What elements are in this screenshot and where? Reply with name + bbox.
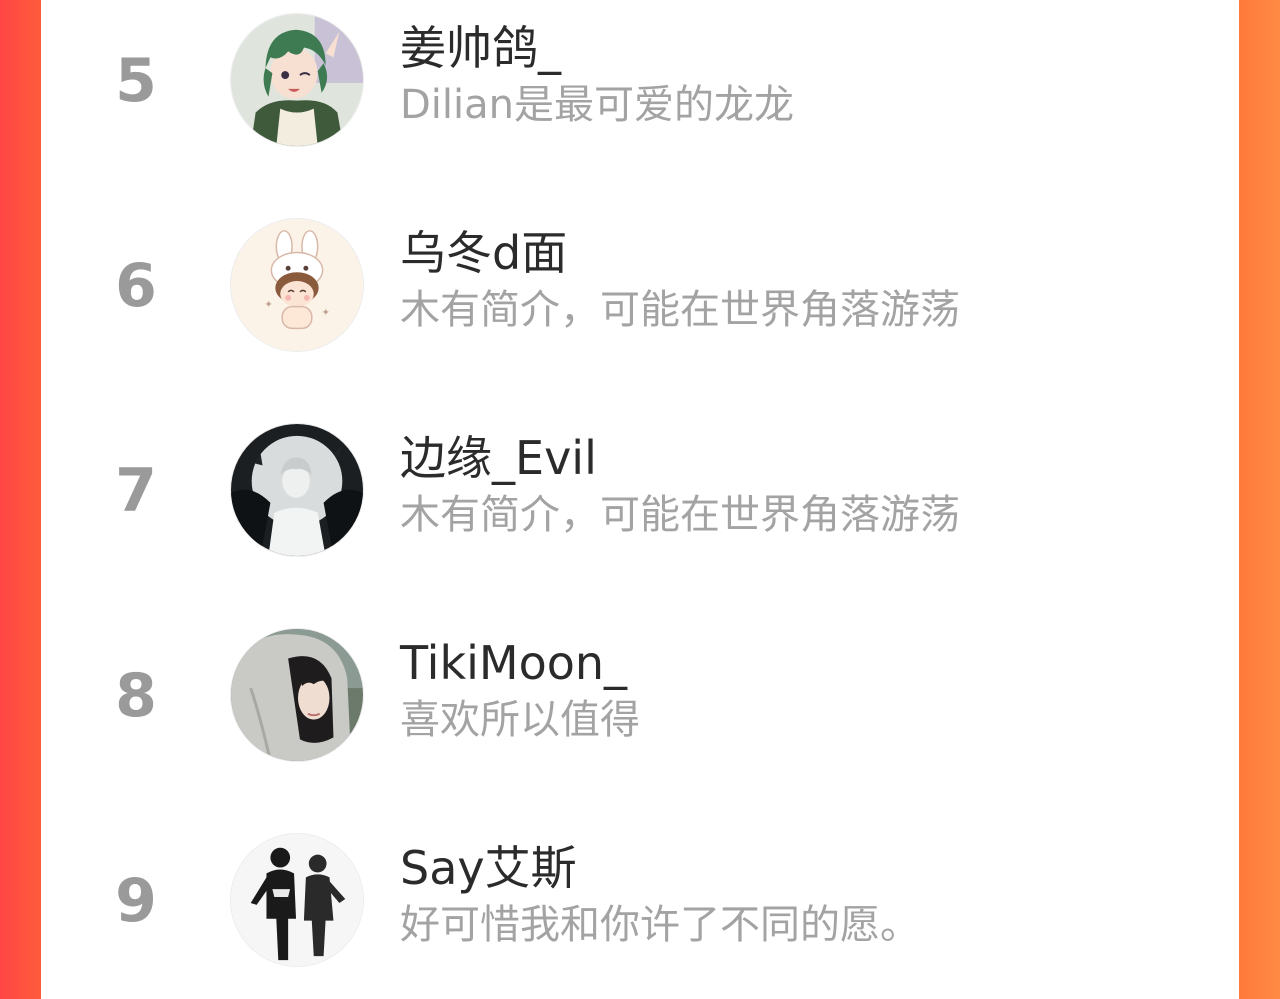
- avatar[interactable]: [230, 628, 364, 762]
- user-name[interactable]: 乌冬d面: [400, 225, 567, 281]
- rank-number: 6: [115, 251, 157, 321]
- user-name[interactable]: Say艾斯: [400, 840, 577, 896]
- user-name[interactable]: TikiMoon_: [400, 635, 627, 691]
- user-name[interactable]: 边缘_Evil: [400, 430, 597, 486]
- user-bio: 木有简介，可能在世界角落游荡: [400, 492, 960, 538]
- rank-number: 5: [115, 46, 157, 116]
- user-bio: Dilian是最可爱的龙龙: [400, 82, 795, 128]
- svg-text:✦: ✦: [322, 308, 330, 319]
- cartoon-bunny-hat-avatar-icon: ✦ ✦: [231, 219, 363, 351]
- rank-number: 7: [115, 456, 157, 526]
- ranking-row[interactable]: 5 姜帅鸽_ Dilian是最可爱的龙龙: [41, 10, 1239, 150]
- avatar[interactable]: [230, 423, 364, 557]
- avatar[interactable]: [230, 833, 364, 967]
- moon-winged-figure-avatar-icon: [231, 424, 363, 556]
- rank-number: 9: [115, 866, 157, 936]
- rank-number: 8: [115, 661, 157, 731]
- two-silhouettes-avatar-icon: [231, 834, 363, 966]
- user-name[interactable]: 姜帅鸽_: [400, 20, 561, 76]
- ranking-row[interactable]: 9 Say艾斯 好可惜我和你许了不同的愿。: [41, 830, 1239, 970]
- svg-text:✦: ✦: [264, 300, 272, 311]
- user-bio: 好可惜我和你许了不同的愿。: [400, 902, 920, 948]
- ranking-row[interactable]: 8 TikiMoon_ 喜欢所以值得: [41, 625, 1239, 765]
- user-bio: 木有简介，可能在世界角落游荡: [400, 287, 960, 333]
- avatar[interactable]: ✦ ✦: [230, 218, 364, 352]
- hooded-girl-avatar-icon: [231, 629, 363, 761]
- ranking-list-panel: 5 姜帅鸽_ Dilian是最可爱的龙龙 6 ✦ ✦ 乌冬d面 木有简介，可能在…: [41, 0, 1239, 999]
- user-bio: 喜欢所以值得: [400, 697, 640, 743]
- ranking-row[interactable]: 6 ✦ ✦ 乌冬d面 木有简介，可能在世界角落游荡: [41, 215, 1239, 355]
- avatar[interactable]: [230, 13, 364, 147]
- ranking-row[interactable]: 7 边缘_Evil 木有简介，可能在世界角落游荡: [41, 420, 1239, 560]
- anime-green-hair-avatar-icon: [231, 14, 363, 146]
